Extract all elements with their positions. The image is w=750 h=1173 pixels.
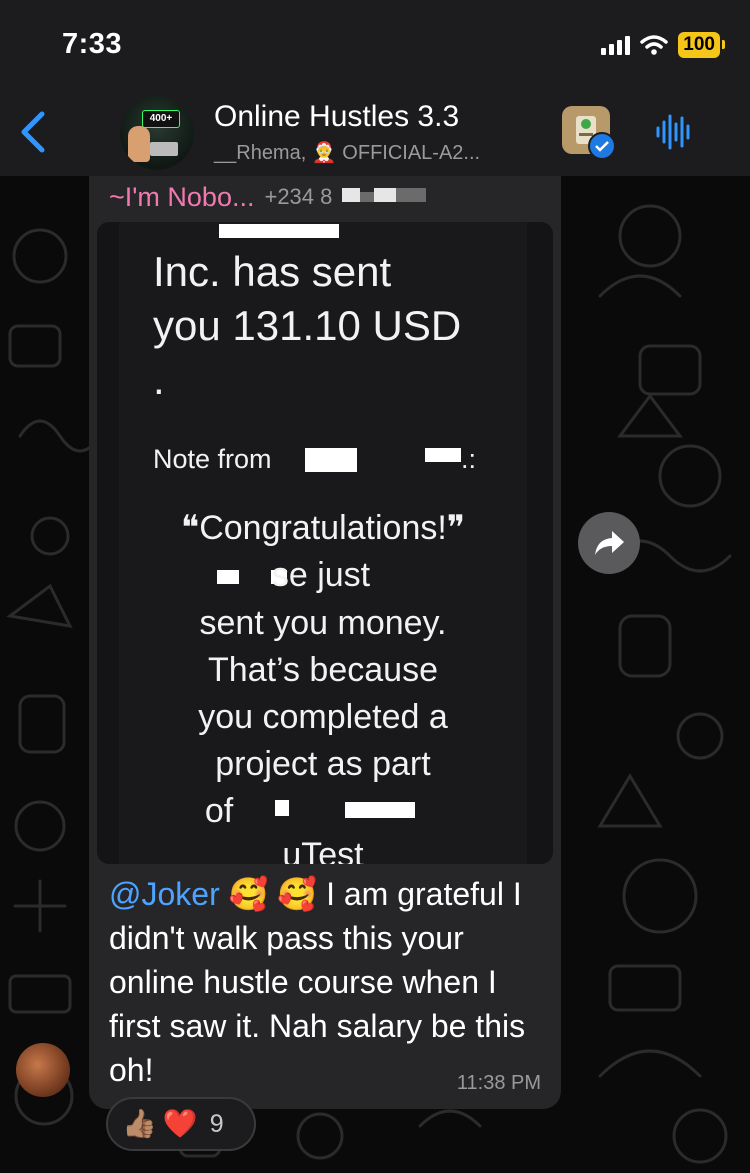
- redacted-note: [305, 448, 357, 472]
- sender-avatar[interactable]: [16, 1043, 70, 1097]
- cellular-signal-icon: [601, 35, 631, 55]
- note-suffix: .:: [461, 444, 477, 474]
- screenshot-content: Inc. has sent you 131.10 USD . Note from…: [119, 222, 527, 864]
- status-icons: 100: [601, 30, 725, 60]
- quote-line-1: ❝Congratulations!❞: [180, 509, 466, 547]
- chat-header: 7:33 100 400+ Online Hustles 3.3 __Rhema…: [0, 0, 750, 176]
- message-timestamp: 11:38 PM: [456, 1072, 541, 1094]
- note-prefix: Note from: [153, 444, 272, 474]
- avatar-badge: 400+: [142, 110, 180, 128]
- mention-link[interactable]: @Joker: [109, 876, 220, 912]
- thumbs-up-reaction: 👍🏽: [122, 1108, 157, 1139]
- wifi-icon: [640, 35, 669, 55]
- quote-line-8: uTest: [282, 836, 364, 864]
- redacted-phone: [342, 187, 427, 207]
- avatar-person: [128, 126, 150, 162]
- clock-time: 7:33: [62, 28, 123, 60]
- group-info[interactable]: Online Hustles 3.3 __Rhema, 🤶 OFFICIAL-A…: [214, 100, 554, 165]
- verified-badge-icon: [588, 132, 616, 160]
- chevron-left-icon[interactable]: [14, 108, 54, 156]
- reactions-pill[interactable]: 👍🏽 ❤️ 9: [106, 1097, 256, 1151]
- redacted-quote-3: [275, 800, 289, 816]
- group-members: __Rhema, 🤶 OFFICIAL-A2...: [214, 142, 481, 164]
- avatar-laptop: [150, 142, 178, 156]
- redacted-note-2: [425, 448, 461, 462]
- sender-name[interactable]: ~I'm Nobo...: [109, 182, 254, 213]
- group-avatar[interactable]: 400+: [120, 96, 194, 170]
- group-title: Online Hustles 3.3: [214, 100, 460, 133]
- forward-icon[interactable]: [578, 512, 640, 574]
- quote-line-5: you completed a: [198, 698, 448, 736]
- heart-reaction: ❤️: [162, 1108, 198, 1139]
- quote-line-3: sent you money.: [199, 604, 447, 642]
- sender-phone: +234 8: [264, 184, 333, 209]
- quote-line-2: se just: [271, 556, 371, 594]
- emoji: 🥰 🥰: [228, 876, 318, 912]
- message-bubble[interactable]: ~I'm Nobo... +234 8 Inc. has sent you 13…: [89, 176, 561, 1109]
- battery-indicator: 100: [678, 32, 725, 58]
- message-text: @Joker 🥰 🥰 I am grateful I didn't walk p…: [109, 872, 549, 1092]
- photo-line-1: Inc. has sent: [153, 248, 392, 295]
- quote-line-4: That’s because: [208, 651, 438, 689]
- redacted-quote-4: [345, 802, 415, 818]
- sender-row: ~I'm Nobo... +234 8: [109, 180, 427, 214]
- audio-wave-icon[interactable]: [652, 110, 696, 154]
- photo-line-2: you 131.10 USD: [153, 302, 462, 349]
- redacted-sender: [219, 224, 339, 238]
- reaction-count: 9: [209, 1109, 224, 1138]
- photo-line-3: .: [153, 356, 165, 403]
- payment-screenshot-image[interactable]: Inc. has sent you 131.10 USD . Note from…: [97, 222, 553, 864]
- quote-line-6: project as part: [215, 745, 431, 783]
